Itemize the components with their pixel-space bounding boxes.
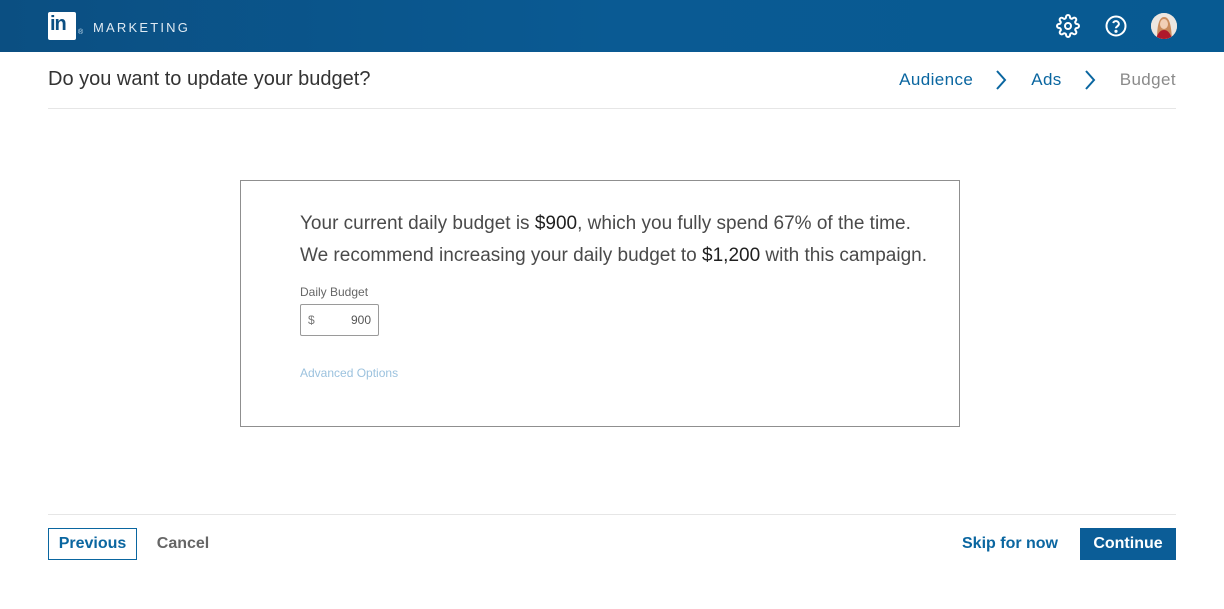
footer-divider xyxy=(48,514,1176,515)
advanced-options-link[interactable]: Advanced Options xyxy=(300,366,398,380)
breadcrumb-audience[interactable]: Audience xyxy=(899,70,973,90)
chevron-right-icon xyxy=(1084,70,1096,90)
top-navigation-bar: in ® MARKETING xyxy=(0,0,1224,52)
linkedin-logo[interactable]: in xyxy=(48,12,76,40)
logo-text: in xyxy=(50,13,67,35)
message-text: , which you fully spend 67% of the time. xyxy=(577,213,911,234)
breadcrumb-budget: Budget xyxy=(1119,70,1176,89)
header-divider xyxy=(48,108,1176,109)
recommended-budget-amount: $1,200 xyxy=(702,245,761,266)
help-question-icon[interactable] xyxy=(1104,14,1128,38)
user-avatar[interactable] xyxy=(1151,13,1177,39)
chevron-right-icon xyxy=(996,70,1007,90)
cancel-button[interactable]: Cancel xyxy=(150,528,216,560)
current-budget-message: Your current daily budget is $900, which… xyxy=(300,213,911,235)
registered-mark: ® xyxy=(78,29,84,36)
brand-name: MARKETING xyxy=(93,20,191,35)
avatar-portrait-icon xyxy=(1151,13,1177,39)
daily-budget-value[interactable]: 900 xyxy=(351,313,371,327)
page-title: Do you want to update your budget? xyxy=(48,68,371,90)
daily-budget-label: Daily Budget xyxy=(300,285,369,299)
settings-gear-icon[interactable] xyxy=(1056,14,1080,38)
skip-for-now-button[interactable]: Skip for now xyxy=(952,528,1068,560)
breadcrumb: Audience Ads Budget xyxy=(899,67,1176,93)
message-text: with this campaign. xyxy=(760,245,928,266)
budget-recommendation-card: Your current daily budget is $900, which… xyxy=(240,180,960,427)
previous-button[interactable]: Previous xyxy=(48,528,137,560)
recommendation-message: We recommend increasing your daily budge… xyxy=(300,245,927,267)
current-budget-amount: $900 xyxy=(534,213,578,234)
message-text: Your current daily budget is xyxy=(300,213,535,234)
daily-budget-input[interactable]: $ 900 xyxy=(300,304,379,336)
message-text: We recommend increasing your daily budge… xyxy=(300,245,703,266)
currency-symbol: $ xyxy=(308,313,315,327)
breadcrumb-ads[interactable]: Ads xyxy=(1031,70,1062,90)
continue-button[interactable]: Continue xyxy=(1080,528,1176,560)
